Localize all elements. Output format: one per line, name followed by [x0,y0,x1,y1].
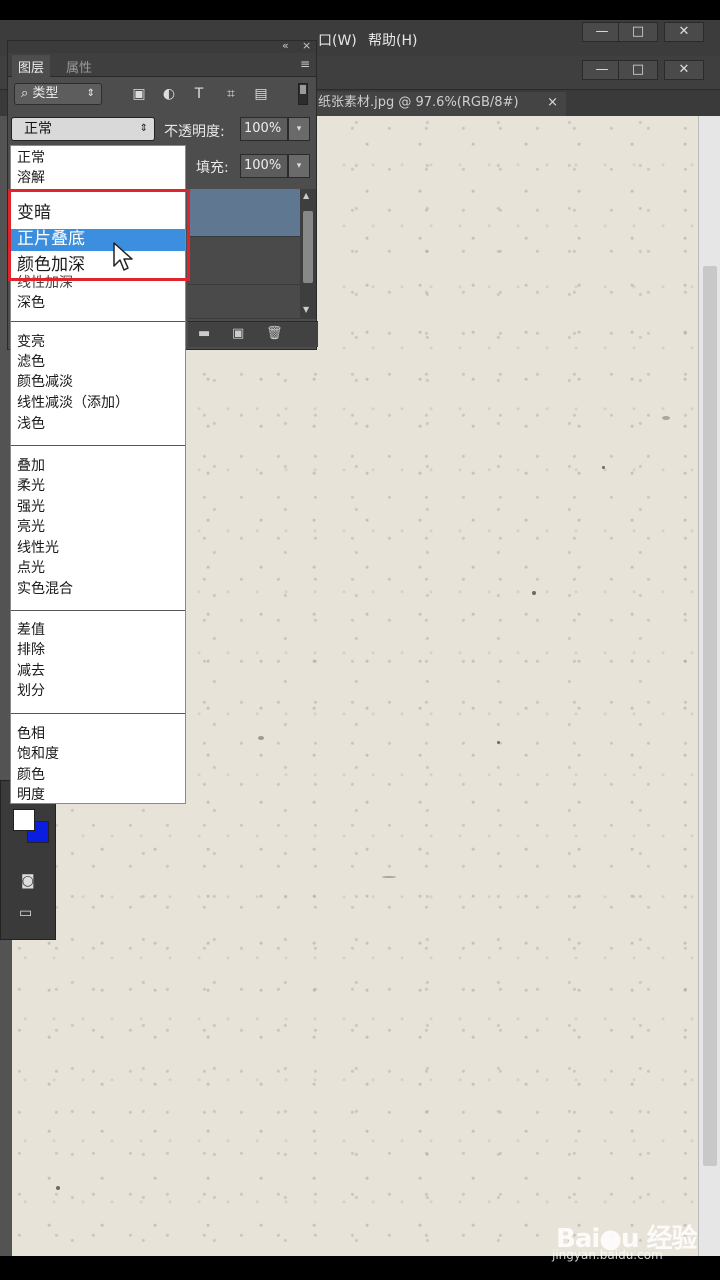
paper-speck [382,876,396,878]
mouse-cursor-icon [113,242,133,271]
blend-option[interactable]: 深色 [17,293,45,313]
opacity-dropdown-button[interactable]: ▾ [288,117,310,141]
blend-option[interactable]: 正常 [17,148,45,168]
delete-layer-icon[interactable]: 🗑 [266,326,283,341]
filter-kind-select[interactable]: ⌕ 类型 ⇕ [14,83,102,105]
document-tab-title: 纸张素材.jpg @ 97.6%(RGB/8#) [318,95,519,110]
scroll-up-icon[interactable]: ▲ [303,191,309,200]
foreground-color-swatch[interactable] [13,809,35,831]
paper-speck [497,741,500,744]
filter-kind-label: ⌕ 类型 [21,86,59,101]
tab-properties[interactable]: 属性 [66,57,92,76]
divider [11,445,185,446]
layer-list [188,189,300,319]
shape-filter-icon[interactable]: ⌗ [222,85,240,103]
blend-option[interactable]: 变亮 [17,332,45,352]
quick-mask-icon[interactable]: ◙ [21,873,35,889]
divider [11,610,185,611]
collapse-icon[interactable]: « [282,39,289,52]
blend-option[interactable]: 柔光 [17,476,45,496]
paper-speck [258,736,264,740]
blend-option[interactable]: 颜色减淡 [17,372,73,392]
layer-row[interactable] [188,237,300,285]
layer-filter-row: ⌕ 类型 ⇕ ▣ ◐ T ⌗ ▤ [8,77,316,111]
layers-footer: ▬ ▣ 🗑 [188,321,318,347]
blend-mode-select[interactable]: 正常 ⇕ [11,117,155,141]
blend-option[interactable]: 滤色 [17,352,45,372]
minimize-doc-button[interactable]: — [582,60,622,80]
close-doc-button[interactable]: ✕ [664,60,704,80]
blend-option[interactable]: 溶解 [17,168,45,188]
screen-mode-icon[interactable]: ▭ [19,905,32,921]
divider [11,713,185,714]
restore-doc-button[interactable]: □ [618,60,658,80]
close-icon[interactable]: × [302,39,311,52]
panel-tabs: 图层 属性 ≡ [8,53,316,78]
blend-row: 正常 ⇕ 不透明度: 100% ▾ [8,111,316,147]
paper-speck [662,416,670,420]
opacity-label: 不透明度: [164,124,225,140]
opacity-input[interactable]: 100% [240,117,288,141]
type-filter-icon[interactable]: T [190,85,208,103]
paper-speck [56,1186,60,1190]
watermark-url: jingyan.baidu.com [552,1248,663,1262]
layer-list-scroll-thumb[interactable] [303,211,313,283]
document-tab[interactable]: 纸张素材.jpg @ 97.6%(RGB/8#) × [316,92,566,116]
adjustment-filter-icon[interactable]: ◐ [160,85,178,103]
blend-option[interactable]: 排除 [17,640,45,660]
pixel-filter-icon[interactable]: ▣ [130,85,148,103]
new-group-icon[interactable]: ▬ [198,326,210,341]
paper-speck [602,466,605,469]
close-icon[interactable]: × [547,92,558,114]
maximize-app-button[interactable]: □ [618,22,658,42]
blend-option[interactable]: 明度 [17,785,45,805]
blend-option[interactable]: 亮光 [17,517,45,537]
menu-window[interactable]: 口(W) [318,30,357,50]
layer-list-scrollbar[interactable]: ▲ ▼ [300,189,316,319]
tab-layers[interactable]: 图层 [12,55,51,78]
blend-option[interactable]: 差值 [17,620,45,640]
fill-dropdown-button[interactable]: ▾ [288,154,310,178]
blend-option[interactable]: 色相 [17,724,45,744]
close-app-button[interactable]: ✕ [664,22,704,42]
blend-option[interactable]: 强光 [17,497,45,517]
blend-option[interactable]: 线性减淡（添加） [17,393,129,413]
highlight-callout-box [8,189,190,281]
scroll-down-icon[interactable]: ▼ [303,305,309,314]
stepper-arrows-icon: ⇕ [139,123,148,134]
canvas-scrollbar-thumb[interactable] [703,266,717,1166]
minimize-app-button[interactable]: — [582,22,622,42]
layer-row[interactable] [188,189,300,237]
blend-option[interactable]: 划分 [17,681,45,701]
blend-option[interactable]: 浅色 [17,414,45,434]
blend-option[interactable]: 线性光 [17,538,59,558]
menu-help[interactable]: 帮助(H) [368,30,417,50]
blend-option[interactable]: 实色混合 [17,579,73,599]
paper-speck [532,591,536,595]
canvas-scrollbar[interactable] [698,116,720,1256]
blend-option[interactable]: 叠加 [17,456,45,476]
stepper-arrows-icon: ⇕ [86,88,95,99]
photoshop-window: 口(W) 帮助(H) — □ ✕ — □ ✕ 纸张素材.jpg @ 97.6%(… [0,20,720,1256]
divider [11,321,185,322]
blend-mode-value: 正常 [24,121,52,137]
blend-option[interactable]: 减去 [17,661,45,681]
filter-toggle[interactable] [298,83,308,105]
layer-row[interactable] [188,285,300,319]
panel-menu-icon[interactable]: ≡ [300,57,310,71]
new-layer-icon[interactable]: ▣ [232,326,244,341]
panel-header: « × [8,39,316,53]
blend-option[interactable]: 饱和度 [17,744,59,764]
fill-input[interactable]: 100% [240,154,288,178]
smart-object-filter-icon[interactable]: ▤ [252,85,270,103]
fill-label: 填充: [196,160,229,176]
blend-option[interactable]: 颜色 [17,765,45,785]
blend-option[interactable]: 点光 [17,558,45,578]
